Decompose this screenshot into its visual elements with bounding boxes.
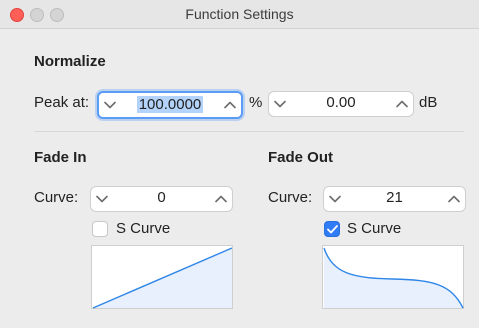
chevron-up-icon[interactable] bbox=[391, 92, 413, 116]
checkmark-icon bbox=[326, 224, 338, 233]
fade-out-s-curve-checkbox[interactable] bbox=[324, 221, 340, 237]
peak-at-label: Peak at: bbox=[34, 94, 90, 111]
db-unit-label: dB bbox=[419, 94, 438, 111]
fade-out-curve-stepper[interactable]: 21 bbox=[323, 186, 466, 212]
fade-in-curve-graph bbox=[91, 245, 233, 309]
chevron-down-icon[interactable] bbox=[99, 93, 121, 117]
fade-out-curve-input[interactable]: 21 bbox=[348, 189, 441, 206]
fade-in-curve-label: Curve: bbox=[34, 189, 79, 206]
chevron-down-icon[interactable] bbox=[91, 187, 113, 211]
fade-in-heading: Fade In bbox=[34, 149, 87, 166]
peak-db-stepper[interactable]: 0.00 bbox=[268, 91, 414, 117]
window-title: Function Settings bbox=[185, 6, 294, 22]
percent-unit-label: % bbox=[249, 94, 263, 111]
fade-in-curve-input[interactable]: 0 bbox=[115, 189, 208, 206]
normalize-heading: Normalize bbox=[34, 53, 106, 70]
section-divider bbox=[34, 131, 464, 132]
peak-percent-stepper[interactable]: 100.0000 bbox=[97, 91, 243, 119]
chevron-up-icon[interactable] bbox=[219, 93, 241, 117]
chevron-down-icon[interactable] bbox=[269, 92, 291, 116]
fade-out-curve-label: Curve: bbox=[268, 189, 313, 206]
peak-db-input[interactable]: 0.00 bbox=[293, 94, 389, 111]
fade-out-curve-graph bbox=[322, 245, 464, 309]
chevron-down-icon[interactable] bbox=[324, 187, 346, 211]
fade-in-s-curve-checkbox[interactable] bbox=[92, 221, 108, 237]
fade-out-s-curve-label[interactable]: S Curve bbox=[347, 220, 401, 237]
chevron-up-icon[interactable] bbox=[443, 187, 465, 211]
peak-percent-input[interactable]: 100.0000 bbox=[123, 96, 217, 113]
title-bar: Function Settings bbox=[0, 0, 479, 29]
fade-in-s-curve-label[interactable]: S Curve bbox=[116, 220, 170, 237]
fade-out-heading: Fade Out bbox=[268, 149, 334, 166]
peak-percent-value: 100.0000 bbox=[136, 96, 204, 113]
fade-in-curve-stepper[interactable]: 0 bbox=[90, 186, 233, 212]
chevron-up-icon[interactable] bbox=[210, 187, 232, 211]
